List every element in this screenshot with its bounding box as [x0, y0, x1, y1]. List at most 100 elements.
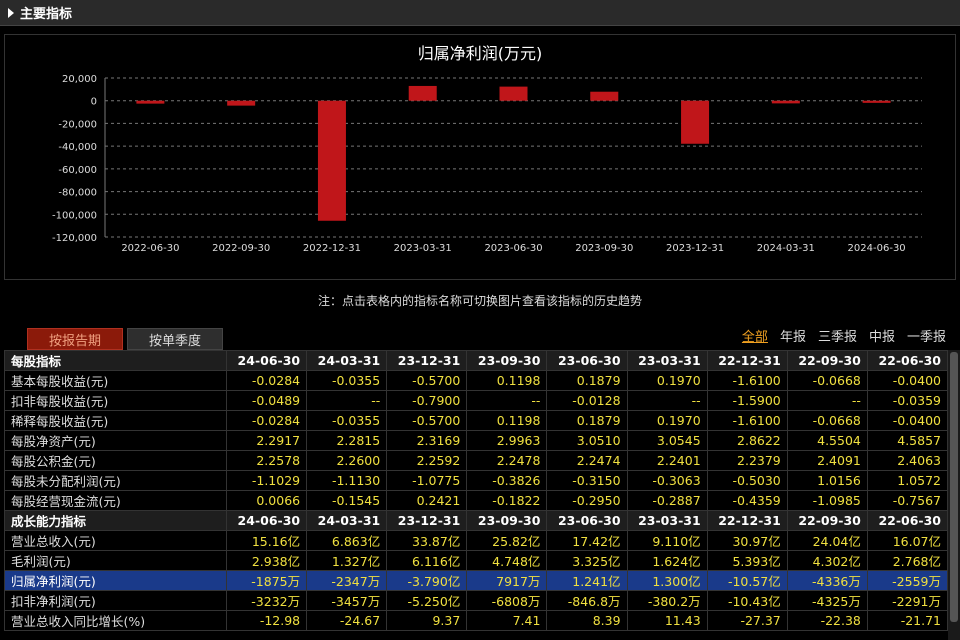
chart-bar[interactable] [317, 100, 346, 221]
table-row[interactable]: 每股经营现金流(元) 0.0066 -0.1545 0.2421 -0.1822 -0.2… [4, 490, 948, 511]
table-cell: 2.4063 [866, 450, 948, 471]
period-column-header: 24-06-30 [225, 350, 308, 371]
table-cell: -0.0284 [225, 410, 308, 431]
scrollbar-thumb[interactable] [950, 352, 958, 622]
chart-title: 归属净利润(万元) [418, 44, 543, 63]
table-cell: -- [786, 390, 868, 411]
filter-all[interactable]: 全部 [742, 326, 768, 345]
table-cell: 4.5857 [866, 430, 948, 451]
table-cell: -0.3150 [546, 470, 628, 491]
period-column-header: 23-09-30 [466, 350, 548, 371]
chart-bar[interactable] [408, 85, 437, 101]
table-row[interactable]: 每股公积金(元) 2.2578 2.2600 2.2592 2.2478 2.2474 2.… [4, 450, 948, 471]
table-cell: 30.97亿 [706, 530, 788, 551]
table-cell: 2.2379 [706, 450, 788, 471]
period-column-header: 24-03-31 [306, 510, 388, 531]
chart-bar[interactable] [862, 100, 891, 103]
filter-q3[interactable]: 三季报 [818, 326, 857, 345]
table-cell: 25.82亿 [466, 530, 548, 551]
row-label[interactable]: 营业总收入(元) [4, 530, 227, 551]
table-cell: -0.5700 [386, 370, 468, 391]
row-label[interactable]: 每股经营现金流(元) [4, 490, 227, 511]
table-cell: -0.2887 [626, 490, 708, 511]
filter-annual[interactable]: 年报 [780, 326, 806, 345]
table-cell: -0.0668 [786, 370, 868, 391]
period-column-header: 23-09-30 [466, 510, 548, 531]
table-row[interactable]: 归属净利润(元) -1875万 -2347万 -3.790亿 7917万 1.241亿 1.… [4, 570, 948, 591]
table-cell: 1.0156 [786, 470, 868, 491]
table-cell: -- [306, 390, 388, 411]
table-cell: 4.302亿 [786, 550, 868, 571]
row-label[interactable]: 扣非每股收益(元) [4, 390, 227, 411]
table-cell: -3457万 [306, 590, 388, 611]
table-row[interactable]: 扣非每股收益(元) -0.0489 -- -0.7900 -- -0.0128 -- -1.5… [4, 390, 948, 411]
row-label[interactable]: 每股公积金(元) [4, 450, 227, 471]
table-group-header: 每股指标 24-06-30 24-03-31 23-12-31 23-09-30 23-0… [4, 350, 948, 371]
table-cell: -0.3826 [466, 470, 548, 491]
table-cell: 2.4091 [786, 450, 868, 471]
table-cell: 1.624亿 [626, 550, 708, 571]
row-label[interactable]: 每股未分配利润(元) [4, 470, 227, 491]
table-row[interactable]: 基本每股收益(元) -0.0284 -0.0355 -0.5700 0.1198 0.18… [4, 370, 948, 391]
x-tick-label: 2022-06-30 [121, 243, 179, 254]
table-row[interactable]: 每股未分配利润(元) -1.1029 -1.1130 -1.0775 -0.3826 -0… [4, 470, 948, 491]
table-cell: -0.0355 [306, 370, 388, 391]
table-cell: -5.250亿 [386, 590, 468, 611]
table-cell: 33.87亿 [386, 530, 468, 551]
row-label[interactable]: 每股净资产(元) [4, 430, 227, 451]
table-cell: -22.38 [786, 610, 868, 631]
table-cell: 2.2401 [626, 450, 708, 471]
section-header[interactable]: 主要指标 [0, 0, 960, 26]
filter-q1[interactable]: 一季报 [907, 326, 946, 345]
table-cell: -1.1130 [306, 470, 388, 491]
tab-report-period[interactable]: 按报告期 [27, 328, 123, 350]
tab-single-quarter[interactable]: 按单季度 [127, 328, 223, 350]
indicator-table: 每股指标 24-06-30 24-03-31 23-12-31 23-09-30 23-0… [4, 350, 948, 631]
chart-bar[interactable] [499, 86, 528, 101]
table-cell: 2.9963 [466, 430, 548, 451]
row-label[interactable]: 稀释每股收益(元) [4, 410, 227, 431]
filter-interim[interactable]: 中报 [869, 326, 895, 345]
expand-arrow-icon[interactable] [8, 7, 14, 18]
chart-bar[interactable] [136, 100, 165, 104]
table-cell: -1.6100 [706, 410, 788, 431]
row-label: 成长能力指标 [4, 510, 227, 531]
period-column-header: 23-06-30 [546, 350, 628, 371]
table-cell: -- [466, 390, 548, 411]
period-column-header: 23-03-31 [626, 510, 708, 531]
chart-bar[interactable] [227, 100, 256, 106]
table-cell: -0.0355 [306, 410, 388, 431]
table-row[interactable]: 毛利润(元) 2.938亿 1.327亿 6.116亿 4.748亿 3.325亿 1.62… [4, 550, 948, 571]
table-scrollbar[interactable] [948, 350, 960, 640]
table-cell: 2.2815 [306, 430, 388, 451]
table-cell: 2.2917 [225, 430, 308, 451]
table-row[interactable]: 营业总收入同比增长(%) -12.98 -24.67 9.37 7.41 8.39 11.4… [4, 610, 948, 631]
x-tick-label: 2022-09-30 [212, 243, 270, 254]
profit-bar-chart: 归属净利润(万元) 20,000 0 -20,000 -40,000 -60,000 -80… [52, 44, 922, 254]
table-cell: -1.1029 [225, 470, 308, 491]
chart-bar[interactable] [771, 100, 800, 104]
table-cell: -1.6100 [706, 370, 788, 391]
chart-bar[interactable] [681, 100, 710, 144]
table-cell: 3.0510 [546, 430, 628, 451]
chart-note: 注：点击表格内的指标名称可切换图片查看该指标的历史趋势 [317, 294, 642, 308]
chart-panel: 归属净利润(万元) 20,000 0 -20,000 -40,000 -60,000 -80… [4, 34, 956, 280]
table-row[interactable]: 营业总收入(元) 15.16亿 6.863亿 33.87亿 25.82亿 17.42亿 9.… [4, 530, 948, 551]
table-cell: 0.0066 [225, 490, 308, 511]
y-tick-label: -100,000 [52, 210, 97, 221]
chart-bar[interactable] [590, 91, 619, 101]
table-cell: 2.3169 [386, 430, 468, 451]
table-cell: -- [626, 390, 708, 411]
table-cell: 16.07亿 [866, 530, 948, 551]
table-row[interactable]: 扣非净利润(元) -3232万 -3457万 -5.250亿 -6808万 -846.8万… [4, 590, 948, 611]
row-label[interactable]: 营业总收入同比增长(%) [4, 610, 227, 631]
row-label[interactable]: 扣非净利润(元) [4, 590, 227, 611]
table-row[interactable]: 每股净资产(元) 2.2917 2.2815 2.3169 2.9963 3.0510 3.… [4, 430, 948, 451]
table-cell: -0.7567 [866, 490, 948, 511]
table-cell: -0.5700 [386, 410, 468, 431]
x-tick-label: 2023-09-30 [575, 243, 633, 254]
table-row[interactable]: 稀释每股收益(元) -0.0284 -0.0355 -0.5700 0.1198 0.18… [4, 410, 948, 431]
row-label[interactable]: 归属净利润(元) [4, 570, 227, 591]
row-label[interactable]: 毛利润(元) [4, 550, 227, 571]
row-label[interactable]: 基本每股收益(元) [4, 370, 227, 391]
